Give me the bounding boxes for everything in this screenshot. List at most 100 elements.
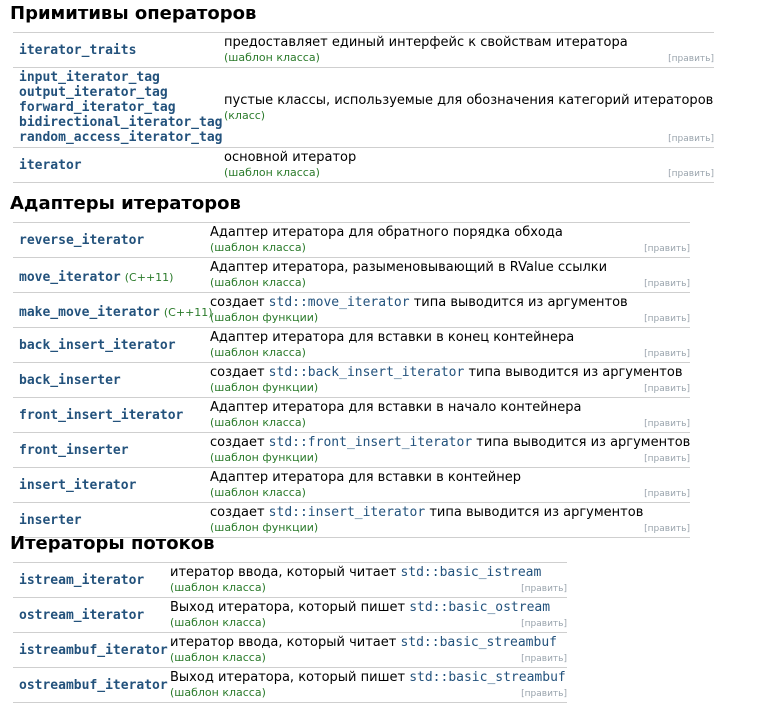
edit-link[interactable]: [править] xyxy=(644,454,690,464)
edit-link[interactable]: [править] xyxy=(668,134,714,144)
entity-link[interactable]: forward_iterator_tag xyxy=(19,100,224,115)
entity-link[interactable]: istreambuf_iterator xyxy=(19,643,170,658)
entity-link[interactable]: output_iterator_tag xyxy=(19,85,224,100)
table-row: front_insert_iterator Адаптер итератора д… xyxy=(13,397,690,433)
kind-label: (шаблон функции) xyxy=(210,311,319,324)
entity-link[interactable]: back_inserter xyxy=(19,373,210,388)
description-cell: итератор ввода, который читает std::basi… xyxy=(170,632,567,668)
entity-link[interactable]: insert_iterator xyxy=(19,478,210,493)
type-link[interactable]: std::basic_streambuf xyxy=(409,670,566,685)
description-text: пустые классы, используемые для обозначе… xyxy=(224,93,714,109)
description-block: Адаптер итератора для вставки в конец ко… xyxy=(210,328,690,362)
name-cell: ostreambuf_iterator xyxy=(13,667,170,703)
kind-label: (шаблон функции) xyxy=(210,521,319,534)
description-cell: Адаптер итератора для вставки в начало к… xyxy=(210,397,690,433)
description-text: Адаптер итератора для обратного порядка … xyxy=(210,225,690,241)
entity-link[interactable]: front_insert_iterator xyxy=(19,408,210,423)
entity-link[interactable]: ostreambuf_iterator xyxy=(19,678,170,693)
description-text: создает std::move_iterator типа выводитс… xyxy=(210,295,690,311)
edit-link[interactable]: [править] xyxy=(644,279,690,289)
description-fragment: Адаптер итератора для вставки в контейне… xyxy=(210,470,521,485)
edit-link[interactable]: [править] xyxy=(644,419,690,429)
edit-link[interactable]: [править] xyxy=(644,349,690,359)
entity-link[interactable]: front_inserter xyxy=(19,443,210,458)
description-text: Адаптер итератора для вставки в контейне… xyxy=(210,470,690,486)
edit-link[interactable]: [править] xyxy=(521,654,567,664)
type-link[interactable]: std::basic_istream xyxy=(400,565,541,580)
table-row: istreambuf_iterator итератор ввода, котор… xyxy=(13,632,567,668)
type-link[interactable]: std::move_iterator xyxy=(269,295,410,310)
table-row: make_move_iterator (C++11) создает std::mo… xyxy=(13,292,690,328)
kind-label: (класс) xyxy=(224,108,266,122)
name-cell: istreambuf_iterator xyxy=(13,632,170,668)
entity-link[interactable]: reverse_iterator xyxy=(19,233,210,248)
description-cell: Адаптер итератора для вставки в конец ко… xyxy=(210,327,690,363)
type-link[interactable]: std::front_insert_iterator xyxy=(269,435,473,450)
edit-link[interactable]: [править] xyxy=(644,244,690,254)
edit-link[interactable]: [править] xyxy=(668,169,714,179)
edit-link[interactable]: [править] xyxy=(521,689,567,699)
standard-mark: (C++11) xyxy=(124,270,174,284)
edit-link[interactable]: [править] xyxy=(521,619,567,629)
entity-link[interactable]: ostream_iterator xyxy=(19,608,170,623)
description-cell: создает std::insert_iterator типа выводи… xyxy=(210,502,690,538)
table-row: istream_iterator итератор ввода, который … xyxy=(13,562,567,598)
edit-link[interactable]: [править] xyxy=(644,489,690,499)
description-block: создает std::move_iterator типа выводитс… xyxy=(210,293,690,327)
description-fragment: пустые классы, используемые для обозначе… xyxy=(224,92,714,108)
table-row: back_insert_iterator Адаптер итератора дл… xyxy=(13,327,690,363)
entity-link[interactable]: istream_iterator xyxy=(19,573,170,588)
description-fragment: типа выводится из аргументов xyxy=(409,295,628,310)
description-block: итератор ввода, который читает std::basi… xyxy=(170,633,567,667)
description-fragment: итератор ввода, который читает xyxy=(170,635,401,650)
description-fragment: создает xyxy=(210,365,269,380)
description-fragment: Выход итератора, который пишет xyxy=(170,600,410,615)
edit-link[interactable]: [править] xyxy=(644,314,690,324)
entity-link[interactable]: random_access_iterator_tag xyxy=(19,130,224,145)
entity-link[interactable]: inserter xyxy=(19,513,210,528)
description-fragment: создает xyxy=(210,435,269,450)
name-cell: make_move_iterator (C++11) xyxy=(13,292,213,328)
description-text: итератор ввода, который читает std::basi… xyxy=(170,635,567,651)
type-link[interactable]: std::basic_ostream xyxy=(409,600,550,615)
section-title: Примитивы операторов xyxy=(10,3,257,24)
name-cell: iterator_traits xyxy=(13,32,224,68)
description-text: Выход итератора, который пишет std::basi… xyxy=(170,670,567,686)
description-fragment: типа выводится из аргументов xyxy=(464,365,683,380)
entity-link[interactable]: iterator_traits xyxy=(19,43,224,58)
description-fragment: предоставляет единый интерфейс к свойств… xyxy=(224,35,628,50)
kind-label: (шаблон класса) xyxy=(224,51,320,64)
edit-link[interactable]: [править] xyxy=(644,524,690,534)
table-row: back_inserter создает std::back_insert_it… xyxy=(13,362,690,398)
description-fragment: типа выводится из аргументов xyxy=(425,505,644,520)
description-block: Адаптер итератора для обратного порядка … xyxy=(210,223,690,257)
edit-link[interactable]: [править] xyxy=(521,584,567,594)
name-cell: istream_iterator xyxy=(13,562,170,598)
type-link[interactable]: std::back_insert_iterator xyxy=(269,365,465,380)
table-row: input_iterator_tag output_iterator_tag for… xyxy=(13,67,714,148)
entity-link[interactable]: move_iterator xyxy=(19,270,121,285)
name-cell: insert_iterator xyxy=(13,467,210,503)
edit-link[interactable]: [править] xyxy=(644,384,690,394)
entity-link[interactable]: iterator xyxy=(19,158,224,173)
edit-link[interactable]: [править] xyxy=(668,54,714,64)
description-text: Адаптер итератора для вставки в конец ко… xyxy=(210,330,690,346)
description-block: Выход итератора, который пишет std::basi… xyxy=(170,668,567,702)
kind-label: (шаблон класса) xyxy=(170,686,266,699)
description-cell: Адаптер итератора, разыменовывающий в RV… xyxy=(210,257,690,293)
entity-link[interactable]: input_iterator_tag xyxy=(19,70,224,85)
kind-label: (шаблон класса) xyxy=(210,346,306,359)
kind-label: (шаблон класса) xyxy=(224,166,320,179)
description-block: Адаптер итератора, разыменовывающий в RV… xyxy=(210,258,690,292)
entity-link[interactable]: make_move_iterator xyxy=(19,305,160,320)
description-text: итератор ввода, который читает std::basi… xyxy=(170,565,567,581)
description-text: Адаптер итератора, разыменовывающий в RV… xyxy=(210,260,690,276)
entity-link[interactable]: bidirectional_iterator_tag xyxy=(19,115,224,130)
kind-label: (шаблон функции) xyxy=(210,381,319,394)
entity-link[interactable]: back_insert_iterator xyxy=(19,338,210,353)
name-cell: ostream_iterator xyxy=(13,597,170,633)
name-cell: reverse_iterator xyxy=(13,222,210,258)
type-link[interactable]: std::basic_streambuf xyxy=(400,635,557,650)
type-link[interactable]: std::insert_iterator xyxy=(269,505,426,520)
description-fragment: основной итератор xyxy=(224,150,357,165)
